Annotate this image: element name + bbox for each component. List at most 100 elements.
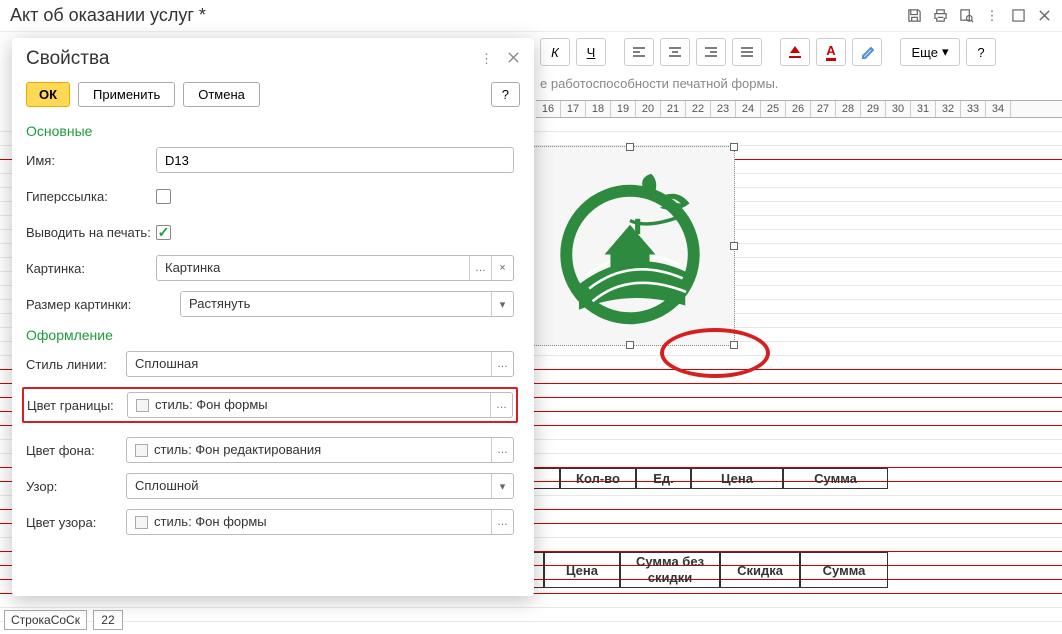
more-icon[interactable]: ⋮ bbox=[984, 8, 1000, 24]
ruler-col[interactable]: 23 bbox=[711, 101, 736, 117]
color-swatch-icon bbox=[135, 444, 148, 457]
italic-button[interactable]: К bbox=[540, 38, 570, 66]
apply-button[interactable]: Применить bbox=[78, 82, 175, 107]
more-label: Еще bbox=[912, 45, 938, 60]
maximize-icon[interactable] bbox=[1010, 8, 1026, 24]
th2-price: Цена bbox=[544, 552, 620, 588]
ruler-col[interactable]: 32 bbox=[936, 101, 961, 117]
more-button[interactable]: Еще▾ bbox=[900, 38, 960, 66]
align-right-button[interactable] bbox=[696, 38, 726, 66]
sheet-row[interactable] bbox=[0, 594, 1062, 608]
hyperlink-label: Гиперссылка: bbox=[26, 189, 156, 204]
patterncolor-label: Цвет узора: bbox=[26, 515, 126, 530]
sheet-row[interactable] bbox=[0, 608, 1062, 622]
font-color-button[interactable]: А bbox=[816, 38, 846, 66]
ruler-col[interactable]: 25 bbox=[761, 101, 786, 117]
dialog-close-icon[interactable] bbox=[507, 51, 520, 67]
ruler-col[interactable]: 30 bbox=[886, 101, 911, 117]
ruler-col[interactable]: 31 bbox=[911, 101, 936, 117]
preview-icon[interactable] bbox=[958, 8, 974, 24]
th-qty: Кол-во bbox=[560, 468, 636, 489]
align-center-button[interactable] bbox=[660, 38, 690, 66]
patterncolor-combo[interactable]: стиль: Фон формы … bbox=[126, 509, 514, 535]
bordercolor-label: Цвет границы: bbox=[27, 398, 127, 413]
ellipsis-icon[interactable]: … bbox=[491, 510, 513, 534]
dialog-help-button[interactable]: ? bbox=[491, 82, 520, 107]
bordercolor-value: стиль: Фон формы bbox=[128, 393, 490, 417]
chevron-down-icon[interactable]: ▾ bbox=[491, 292, 513, 316]
section-appearance: Оформление bbox=[26, 327, 514, 343]
hyperlink-checkbox[interactable] bbox=[156, 189, 171, 204]
pattern-combo[interactable]: Сплошной ▾ bbox=[126, 473, 514, 499]
close-icon[interactable] bbox=[1036, 8, 1052, 24]
ruler-col[interactable]: 18 bbox=[586, 101, 611, 117]
ruler-col[interactable]: 27 bbox=[811, 101, 836, 117]
ruler-col[interactable]: 28 bbox=[836, 101, 861, 117]
properties-dialog: Свойства ⋮ ОК Применить Отмена ? Основны… bbox=[12, 38, 534, 596]
ok-button[interactable]: ОК bbox=[26, 82, 70, 107]
ruler-col[interactable]: 24 bbox=[736, 101, 761, 117]
fill-color-button[interactable] bbox=[780, 38, 810, 66]
dialog-toolbar: ОК Применить Отмена ? bbox=[12, 78, 534, 117]
th2-discount: Скидка bbox=[720, 552, 800, 588]
clear-format-button[interactable] bbox=[852, 38, 882, 66]
ruler-col[interactable]: 22 bbox=[686, 101, 711, 117]
ruler-col[interactable]: 34 bbox=[986, 101, 1011, 117]
bgcolor-combo[interactable]: стиль: Фон редактирования … bbox=[126, 437, 514, 463]
ruler-col[interactable]: 20 bbox=[636, 101, 661, 117]
window-title: Акт об оказании услуг * bbox=[10, 5, 206, 26]
picsize-combo[interactable]: Растянуть ▾ bbox=[180, 291, 514, 317]
company-logo-icon bbox=[545, 161, 715, 331]
image-cell[interactable] bbox=[525, 146, 735, 346]
chevron-down-icon[interactable]: ▾ bbox=[491, 474, 513, 498]
align-left-button[interactable] bbox=[624, 38, 654, 66]
picture-label: Картинка: bbox=[26, 261, 156, 276]
ruler-col[interactable]: 33 bbox=[961, 101, 986, 117]
color-swatch-icon bbox=[135, 516, 148, 529]
ruler-col[interactable]: 16 bbox=[536, 101, 561, 117]
th-price: Цена bbox=[691, 468, 783, 489]
highlighted-field: Цвет границы: стиль: Фон формы … bbox=[22, 387, 518, 423]
dialog-body: Основные Имя: Гиперссылка: Выводить на п… bbox=[12, 117, 534, 596]
section-main: Основные bbox=[26, 123, 514, 139]
ellipsis-icon[interactable]: … bbox=[491, 438, 513, 462]
clear-icon[interactable]: × bbox=[491, 256, 513, 280]
print-icon[interactable] bbox=[932, 8, 948, 24]
ellipsis-icon[interactable]: … bbox=[469, 256, 491, 280]
print-label: Выводить на печать: bbox=[26, 225, 156, 240]
picsize-label: Размер картинки: bbox=[26, 297, 156, 312]
ruler-col[interactable]: 29 bbox=[861, 101, 886, 117]
align-justify-button[interactable] bbox=[732, 38, 762, 66]
row-label: СтрокаСоСк bbox=[4, 610, 87, 630]
picture-combo[interactable]: Картинка … × bbox=[156, 255, 514, 281]
color-swatch-icon bbox=[136, 399, 149, 412]
name-label: Имя: bbox=[26, 153, 156, 168]
picsize-value: Растянуть bbox=[181, 292, 491, 316]
ruler-col[interactable]: 19 bbox=[611, 101, 636, 117]
pattern-value: Сплошной bbox=[127, 474, 491, 498]
row-number: 22 bbox=[93, 610, 123, 630]
ruler-col[interactable]: 21 bbox=[661, 101, 686, 117]
pattern-label: Узор: bbox=[26, 479, 126, 494]
th2-sum-nodisc: Сумма без скидки bbox=[620, 552, 720, 588]
help-button[interactable]: ? bbox=[966, 38, 996, 66]
window-titlebar: Акт об оказании услуг * ⋮ bbox=[0, 0, 1062, 32]
ellipsis-icon[interactable]: … bbox=[490, 393, 512, 417]
print-checkbox[interactable] bbox=[156, 225, 171, 240]
underline-button[interactable]: Ч bbox=[576, 38, 606, 66]
bottom-status: СтрокаСоСк 22 bbox=[4, 610, 123, 630]
ruler-col[interactable]: 17 bbox=[561, 101, 586, 117]
cancel-button[interactable]: Отмена bbox=[183, 82, 260, 107]
bordercolor-combo[interactable]: стиль: Фон формы … bbox=[127, 392, 513, 418]
th-sum: Сумма bbox=[783, 468, 888, 489]
name-input[interactable] bbox=[156, 147, 514, 173]
save-icon[interactable] bbox=[906, 8, 922, 24]
dialog-more-icon[interactable]: ⋮ bbox=[480, 51, 493, 67]
ellipsis-icon[interactable]: … bbox=[491, 352, 513, 376]
window-controls: ⋮ bbox=[906, 8, 1052, 24]
linestyle-label: Стиль линии: bbox=[26, 357, 126, 372]
ruler-col[interactable]: 26 bbox=[786, 101, 811, 117]
linestyle-combo[interactable]: Сплошная … bbox=[126, 351, 514, 377]
linestyle-value: Сплошная bbox=[127, 352, 491, 376]
patterncolor-value: стиль: Фон формы bbox=[127, 510, 491, 534]
